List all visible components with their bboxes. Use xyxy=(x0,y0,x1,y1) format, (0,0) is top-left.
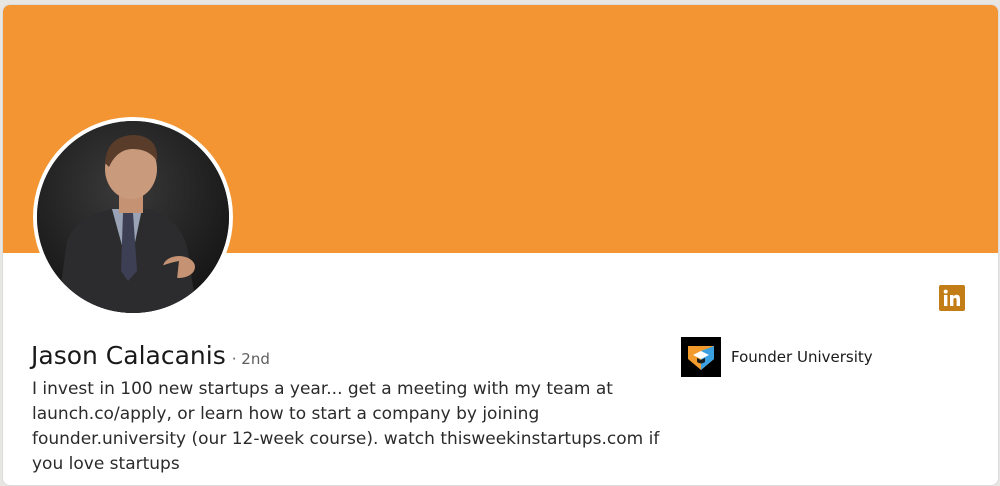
person-photo-icon xyxy=(37,121,229,313)
profile-photo[interactable] xyxy=(33,117,233,317)
current-company[interactable]: Founder University xyxy=(681,337,873,377)
linkedin-logo-icon xyxy=(939,285,965,311)
profile-name-row: Jason Calacanis · 2nd xyxy=(31,341,270,370)
company-name: Founder University xyxy=(731,348,873,366)
founder-university-logo-icon xyxy=(681,337,721,377)
founder-university-shield-icon xyxy=(681,337,721,377)
connection-degree: · 2nd xyxy=(231,350,270,368)
linkedin-icon[interactable] xyxy=(939,285,965,311)
profile-card: Jason Calacanis · 2nd I invest in 100 ne… xyxy=(2,4,999,486)
profile-headline: I invest in 100 new startups a year... g… xyxy=(32,379,660,474)
profile-name: Jason Calacanis xyxy=(31,341,226,370)
